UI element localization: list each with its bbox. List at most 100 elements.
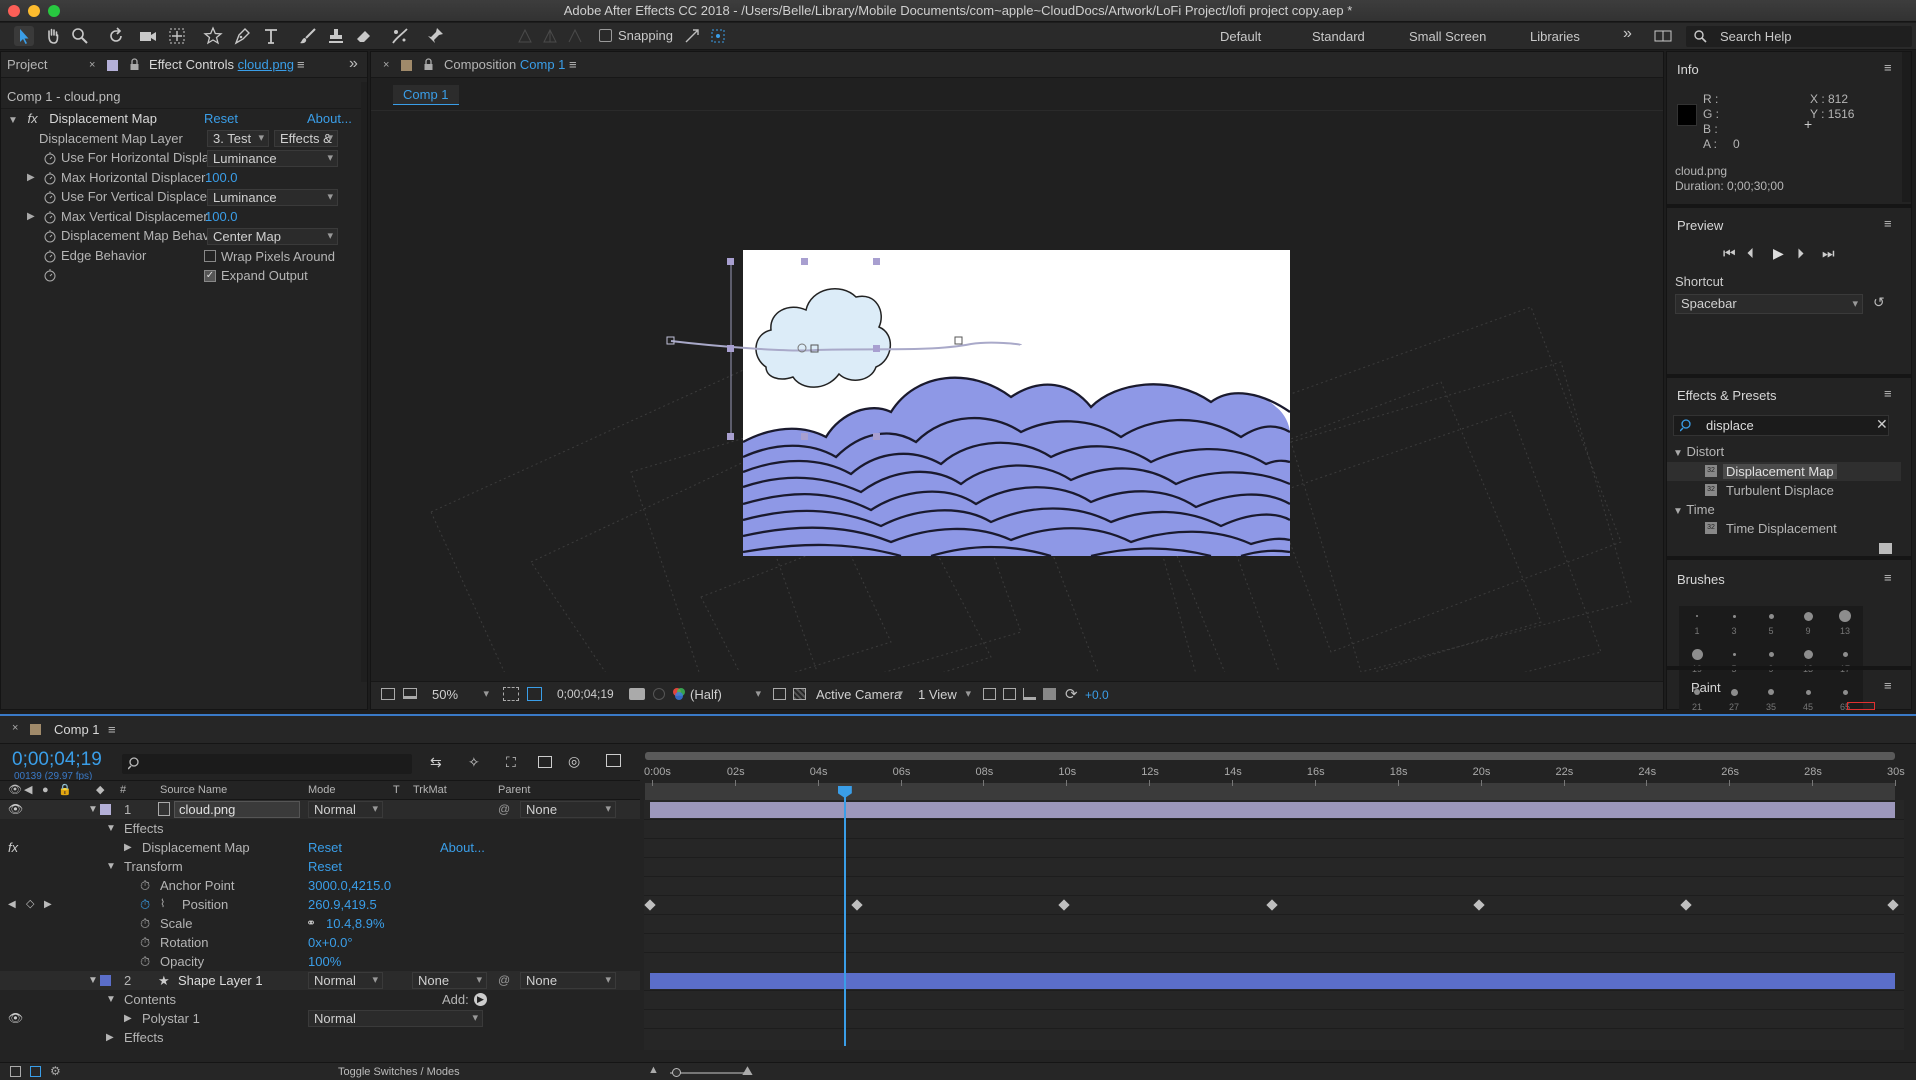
brush-tip[interactable] [1768, 613, 1774, 619]
expand-output-checkbox[interactable]: ✓ [204, 270, 216, 282]
fast-previews-icon[interactable] [1003, 688, 1016, 700]
displacement-map-reset-link[interactable]: Reset [308, 838, 342, 857]
toggle-switches-modes-button[interactable]: Toggle Switches / Modes [338, 1066, 460, 1078]
brush-tip[interactable] [1696, 615, 1698, 617]
opacity-value[interactable]: 100% [308, 952, 341, 971]
timeline-icon[interactable] [1023, 688, 1036, 700]
panel-menu-icon[interactable]: ≡ [1884, 60, 1892, 75]
work-area-range[interactable] [645, 783, 1895, 800]
zoom-window-button[interactable] [48, 5, 60, 17]
anchor-point-value[interactable]: 3000.0,4215.0 [308, 876, 391, 895]
layer-bar-cloud[interactable] [650, 802, 1895, 818]
anchor-point-row[interactable]: ⏱ Anchor Point 3000.0,4215.0 [0, 876, 640, 895]
expand-triangle-icon[interactable]: ▼ [88, 971, 98, 990]
position-value[interactable]: 260.9,419.5 [308, 895, 377, 914]
pen-tool-icon[interactable] [232, 26, 252, 46]
playhead-cti[interactable] [837, 786, 852, 1046]
hide-shy-layers-icon[interactable]: ⛶ [506, 754, 516, 771]
region-of-interest-icon[interactable] [773, 688, 786, 700]
tab-composition[interactable]: Composition Comp 1 [444, 52, 565, 78]
workspace-overflow-icon[interactable]: » [1623, 25, 1632, 43]
close-window-button[interactable] [8, 5, 20, 17]
reset-exposure-icon[interactable]: ⟳ [1065, 685, 1078, 703]
transform-reset-link[interactable]: Reset [308, 857, 342, 876]
expand-triangle-icon[interactable]: ▶ [27, 168, 35, 187]
channel-rgb-icon[interactable] [672, 687, 686, 704]
layer-row-cloud[interactable]: 👁 ▼ 1 cloud.png Normal @ None [0, 800, 640, 819]
brush-tip[interactable] [1732, 652, 1736, 656]
stopwatch-icon[interactable] [43, 171, 57, 188]
panel-menu-icon[interactable]: ≡ [1884, 678, 1892, 693]
flowchart-icon[interactable] [1043, 688, 1056, 700]
paint-color-swatch[interactable] [1847, 702, 1875, 710]
play-icon[interactable]: ▶ [1773, 245, 1784, 262]
scale-value[interactable]: 10.4,8.9% [326, 914, 385, 933]
world-axis-icon[interactable] [540, 26, 560, 46]
stopwatch-icon[interactable]: ⏱ [140, 952, 150, 971]
reset-shortcut-icon[interactable]: ↺ [1873, 294, 1885, 311]
map-behavior-dropdown[interactable]: Center Map [207, 228, 338, 245]
safe-zones-icon[interactable] [503, 687, 519, 701]
displacement-map-row[interactable]: fx ▶ Displacement Map Reset About... [0, 838, 640, 857]
timeline-zoom-thumb[interactable] [672, 1068, 681, 1077]
time-ruler[interactable]: 0:00s 02s 04s 06s 08s 10s 12s 14s 16s 18s 20s 22s 24… [644, 752, 1905, 800]
clone-stamp-tool-icon[interactable] [326, 26, 346, 46]
brush-tip[interactable] [1803, 649, 1813, 659]
max-horizontal-value[interactable]: 100.0 [205, 168, 238, 187]
pickwhip-icon[interactable]: @ [498, 971, 510, 990]
expand-triangle-icon[interactable]: ▶ [124, 838, 132, 857]
zoom-tool-icon[interactable] [70, 26, 90, 46]
clear-search-icon[interactable]: ✕ [1876, 416, 1888, 433]
layer-mode-dropdown[interactable]: Normal [308, 801, 383, 818]
brush-tip[interactable] [1732, 614, 1736, 618]
comp-mini-flowchart-icon[interactable]: ⇆ [430, 754, 442, 771]
workspace-default[interactable]: Default [1220, 29, 1261, 44]
position-row[interactable]: ◀ ◇ ▶ ⏱ ⌇ Position 260.9,419.5 [0, 895, 640, 914]
roto-brush-tool-icon[interactable] [390, 26, 410, 46]
use-vertical-dropdown[interactable]: Luminance [207, 189, 338, 206]
stopwatch-icon[interactable]: ⏱ [140, 914, 150, 933]
position-keyframe[interactable] [1472, 899, 1485, 911]
in-out-duration-icon[interactable]: ⚙ [50, 1064, 61, 1078]
effect-item-turbulent-displace[interactable]: 32 Turbulent Displace [1667, 481, 1901, 500]
polystar-row[interactable]: 👁 ▶ Polystar 1 Normal [0, 1009, 640, 1028]
contents-group-row[interactable]: ▼ Contents Add: ▶ [0, 990, 640, 1009]
panel-menu-icon[interactable]: ≡ [1884, 216, 1892, 231]
stopwatch-icon[interactable] [43, 249, 57, 266]
constrain-proportions-icon[interactable]: ⚭ [306, 914, 316, 933]
expand-triangle-icon[interactable]: ▶ [27, 207, 35, 226]
draft-3d-icon[interactable]: ✧ [468, 754, 480, 771]
close-comp-tab-icon[interactable]: × [383, 52, 389, 78]
graph-editor-icon[interactable] [606, 754, 621, 767]
expand-triangle-icon[interactable]: ▼ [88, 800, 98, 819]
hand-tool-icon[interactable] [43, 26, 63, 46]
panel-overflow-icon[interactable]: » [349, 51, 358, 77]
wrap-pixels-checkbox[interactable] [204, 250, 216, 262]
active-camera-dropdown[interactable]: Active Camera [811, 687, 907, 704]
displacement-map-layer-dropdown[interactable]: 3. Test [207, 130, 269, 147]
position-keyframe[interactable] [1265, 899, 1278, 911]
camera-tool-icon[interactable] [138, 26, 158, 46]
expand-triangle-icon[interactable]: ▼ [106, 857, 116, 876]
star-tool-icon[interactable] [203, 26, 223, 46]
effects-group-time[interactable]: ▼ Time [1673, 500, 1715, 519]
fx-icon[interactable]: fx [28, 111, 38, 126]
views-dropdown[interactable]: 1 View [913, 687, 975, 704]
lock-icon[interactable] [423, 52, 434, 87]
position-keyframes-track[interactable] [644, 895, 1904, 914]
effect-about-link[interactable]: About... [307, 109, 352, 128]
layer-label-color[interactable] [100, 975, 111, 986]
position-keyframe[interactable] [1887, 899, 1899, 911]
layer-parent-dropdown[interactable]: None [520, 801, 616, 818]
workspace-panel-icon[interactable] [1653, 26, 1673, 46]
timeline-search-field[interactable] [122, 754, 412, 774]
timeline-current-time[interactable]: 0;00;04;19 [12, 749, 102, 771]
magnification-dropdown[interactable]: 50% [427, 687, 493, 704]
previous-keyframe-icon[interactable]: ◀ [8, 895, 16, 914]
brush-tip[interactable] [1691, 648, 1703, 660]
snapshot-camera-icon[interactable] [629, 688, 645, 700]
stopwatch-icon[interactable] [43, 268, 57, 285]
comp-breadcrumb[interactable]: Comp 1 [393, 85, 459, 105]
zoom-in-icon[interactable]: ⛰ [742, 1063, 753, 1079]
tab-effect-controls[interactable]: Effect Controls cloud.png [149, 52, 294, 78]
